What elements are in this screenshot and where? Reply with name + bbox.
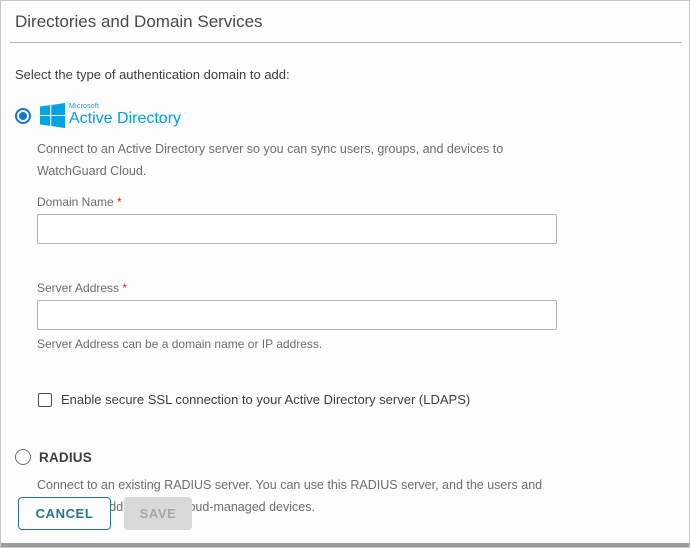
required-asterisk: * (122, 281, 127, 295)
active-directory-label: Active Directory (69, 110, 181, 127)
radius-option-row: RADIUS (15, 449, 689, 465)
domain-name-input[interactable] (37, 214, 557, 244)
active-directory-radio[interactable] (15, 108, 31, 124)
action-buttons: CANCEL SAVE (18, 497, 192, 530)
radius-label[interactable]: RADIUS (39, 450, 92, 465)
intro-text: Select the type of authentication domain… (15, 67, 689, 82)
ssl-checkbox-row: Enable secure SSL connection to your Act… (38, 392, 689, 407)
cancel-button[interactable]: CANCEL (18, 497, 111, 530)
window-bottom-edge (1, 543, 689, 547)
windows-flag-icon (40, 103, 65, 128)
active-directory-logo[interactable]: Microsoft Active Directory (40, 103, 181, 128)
panel-header: Directories and Domain Services (10, 1, 682, 43)
active-directory-wordmark: Microsoft Active Directory (69, 104, 181, 127)
page-title: Directories and Domain Services (15, 12, 682, 32)
active-directory-option-row: Microsoft Active Directory (15, 103, 689, 128)
server-address-input[interactable] (37, 300, 557, 330)
server-address-help-text: Server Address can be a domain name or I… (37, 337, 689, 351)
server-address-label: Server Address * (37, 281, 689, 295)
save-button[interactable]: SAVE (124, 497, 192, 530)
ssl-ldaps-checkbox[interactable] (38, 393, 52, 407)
radius-radio[interactable] (15, 449, 31, 465)
directories-domain-services-panel: Directories and Domain Services Select t… (0, 0, 690, 548)
domain-name-label-text: Domain Name (37, 195, 114, 209)
active-directory-description: Connect to an Active Directory server so… (37, 138, 569, 182)
server-address-label-text: Server Address (37, 281, 119, 295)
ssl-ldaps-checkbox-label[interactable]: Enable secure SSL connection to your Act… (61, 392, 470, 407)
required-asterisk: * (117, 195, 122, 209)
domain-name-label: Domain Name * (37, 195, 689, 209)
